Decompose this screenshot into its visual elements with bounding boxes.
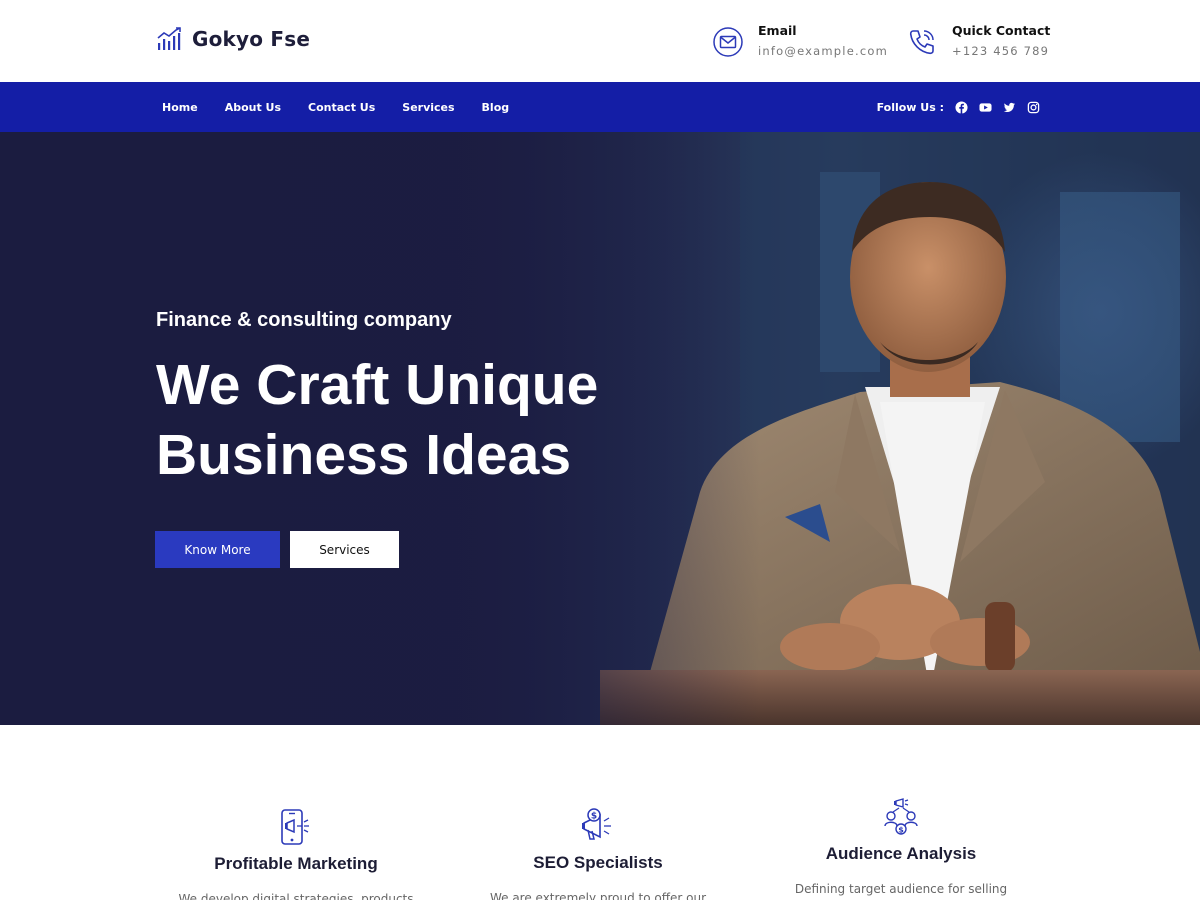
- facebook-icon[interactable]: [954, 100, 968, 114]
- nav-links: Home About Us Contact Us Services Blog: [162, 82, 536, 132]
- nav-item-blog[interactable]: Blog: [482, 101, 510, 114]
- feature-card: $ Audience Analysis Defining target audi…: [751, 798, 1051, 896]
- twitter-icon[interactable]: [1002, 100, 1016, 114]
- know-more-button[interactable]: Know More: [155, 531, 280, 568]
- svg-text:$: $: [591, 812, 597, 822]
- follow-label: Follow Us :: [876, 100, 944, 114]
- hero-title: We Craft Unique Business Ideas: [156, 353, 599, 487]
- chart-bars-icon: [157, 27, 181, 50]
- feature-text: Defining target audience for selling: [794, 882, 1008, 896]
- mobile-megaphone-icon: [281, 809, 309, 845]
- youtube-icon[interactable]: [978, 100, 992, 114]
- feature-title: SEO Specialists: [533, 853, 663, 872]
- feature-text: We are extremely proud to offer our: [489, 891, 707, 900]
- phone-icon: [909, 30, 934, 55]
- megaphone-dollar-icon: $: [582, 808, 611, 840]
- features-section: Profitable Marketing We develop digital …: [0, 725, 1200, 900]
- nav-item-home[interactable]: Home: [162, 101, 198, 114]
- feature-card: $ SEO Specialists We are extremely proud…: [448, 807, 748, 900]
- social-links: Follow Us :: [877, 82, 1040, 132]
- svg-text:$: $: [898, 826, 904, 835]
- email-title: Email: [758, 23, 797, 38]
- hero-banner: Finance & consulting company We Craft Un…: [0, 132, 1200, 725]
- feature-title: Profitable Marketing: [214, 854, 378, 873]
- site-logo[interactable]: Gokyo Fse: [156, 26, 310, 52]
- site-header: Gokyo Fse Email info@example.com Quick C…: [0, 0, 1200, 82]
- brand-name: Gokyo Fse: [192, 27, 311, 51]
- hero-subtitle: Finance & consulting company: [156, 309, 452, 331]
- phone-title: Quick Contact: [952, 23, 1051, 38]
- audience-network-icon: $: [884, 798, 918, 835]
- feature-title: Audience Analysis: [825, 844, 977, 863]
- email-contact: Email info@example.com: [712, 22, 888, 59]
- nav-item-contact-us[interactable]: Contact Us: [308, 101, 375, 114]
- feature-text: We develop digital strategies, products: [178, 892, 414, 900]
- main-nav: Home About Us Contact Us Services Blog F…: [0, 82, 1200, 132]
- phone-value[interactable]: +123 456 789: [952, 43, 1050, 59]
- nav-item-services[interactable]: Services: [402, 101, 454, 114]
- phone-contact: Quick Contact +123 456 789: [906, 22, 1050, 59]
- nav-item-about-us[interactable]: About Us: [225, 101, 281, 114]
- instagram-icon[interactable]: [1026, 100, 1040, 114]
- envelope-icon: [713, 27, 743, 57]
- feature-card: Profitable Marketing We develop digital …: [146, 808, 446, 900]
- services-button[interactable]: Services: [290, 531, 399, 568]
- email-value[interactable]: info@example.com: [758, 43, 888, 59]
